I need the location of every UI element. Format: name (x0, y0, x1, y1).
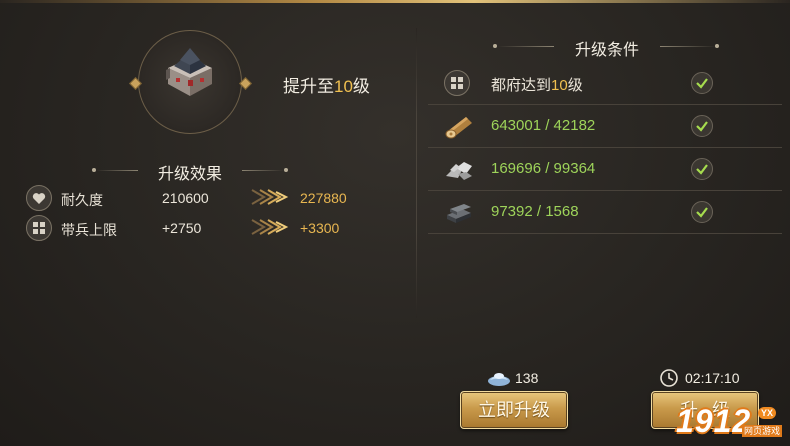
requirement-wood-value: 643001 / 42182 (491, 117, 596, 134)
check-icon (691, 115, 713, 137)
effect-current-durability: 210600 (162, 190, 209, 206)
req-title-dot-right (715, 44, 719, 48)
watermark-tag: YX (758, 407, 777, 419)
upgrade-prefix: 提升至 (283, 77, 334, 96)
silver-ingot-icon (488, 373, 510, 386)
requirements-title: 升级条件 (574, 42, 639, 59)
requirement-stone-value: 169696 / 99364 (491, 160, 596, 177)
upgrade-target-label: 提升至10级 (283, 72, 370, 97)
upgrade-time-value: 02:17:10 (685, 370, 740, 386)
requirement-row-stone: 169696 / 99364 (428, 148, 782, 191)
stone-icon (446, 162, 472, 180)
grid-icon (444, 70, 474, 96)
effects-title: 升级效果 (157, 166, 222, 183)
check-icon (691, 201, 713, 223)
effect-next-durability: 227880 (300, 190, 347, 206)
arrow-icon (251, 189, 289, 205)
req-title-line-left (498, 46, 554, 47)
requirement-row-building: 都府达到10级 (428, 62, 782, 105)
effect-label-durability: 耐久度 (61, 192, 103, 208)
upgrade-suffix: 级 (352, 77, 370, 96)
grid-icon (26, 215, 52, 241)
heart-icon (26, 185, 52, 211)
req-title-line-right (660, 46, 716, 47)
requirement-row-wood: 643001 / 42182 (428, 105, 782, 148)
wood-log-icon (445, 117, 472, 139)
watermark-number: 1912 (676, 403, 752, 439)
clock-icon (660, 369, 678, 387)
effects-title-dot-left (92, 168, 96, 172)
building-emblem (138, 30, 242, 134)
effects-title-line-right (242, 170, 284, 171)
effects-title-dot-right (284, 168, 288, 172)
instant-cost-value: 138 (515, 370, 539, 386)
effect-label-troop-limit: 带兵上限 (61, 222, 117, 238)
upgrade-timer: 02:17:10 (659, 368, 740, 388)
requirement-iron-value: 97392 / 1568 (491, 203, 579, 220)
requirement-building-text: 都府达到10级 (491, 74, 583, 95)
check-icon (691, 72, 713, 94)
watermark-site: 网页游戏 (742, 425, 783, 437)
req-building-prefix: 都府达到 (491, 77, 552, 94)
panel-divider (416, 28, 417, 318)
site-watermark: 1912 YX 网页游戏 (676, 403, 788, 443)
upgrade-level: 10 (334, 77, 353, 96)
instant-cost: 138 (486, 368, 538, 388)
effects-title-line-left (96, 170, 138, 171)
req-building-suffix: 级 (567, 77, 583, 94)
building-icon (166, 48, 212, 96)
iron-ingot-icon (447, 204, 471, 223)
arrow-icon (251, 219, 289, 235)
requirement-row-iron: 97392 / 1568 (428, 191, 782, 234)
effect-current-troop-limit: +2750 (162, 220, 202, 236)
check-icon (691, 158, 713, 180)
instant-upgrade-button[interactable]: 立即升级 (460, 391, 568, 429)
req-building-level: 10 (551, 77, 568, 94)
req-title-dot-left (493, 44, 497, 48)
effect-next-troop-limit: +3300 (300, 220, 340, 236)
top-border (0, 0, 790, 3)
